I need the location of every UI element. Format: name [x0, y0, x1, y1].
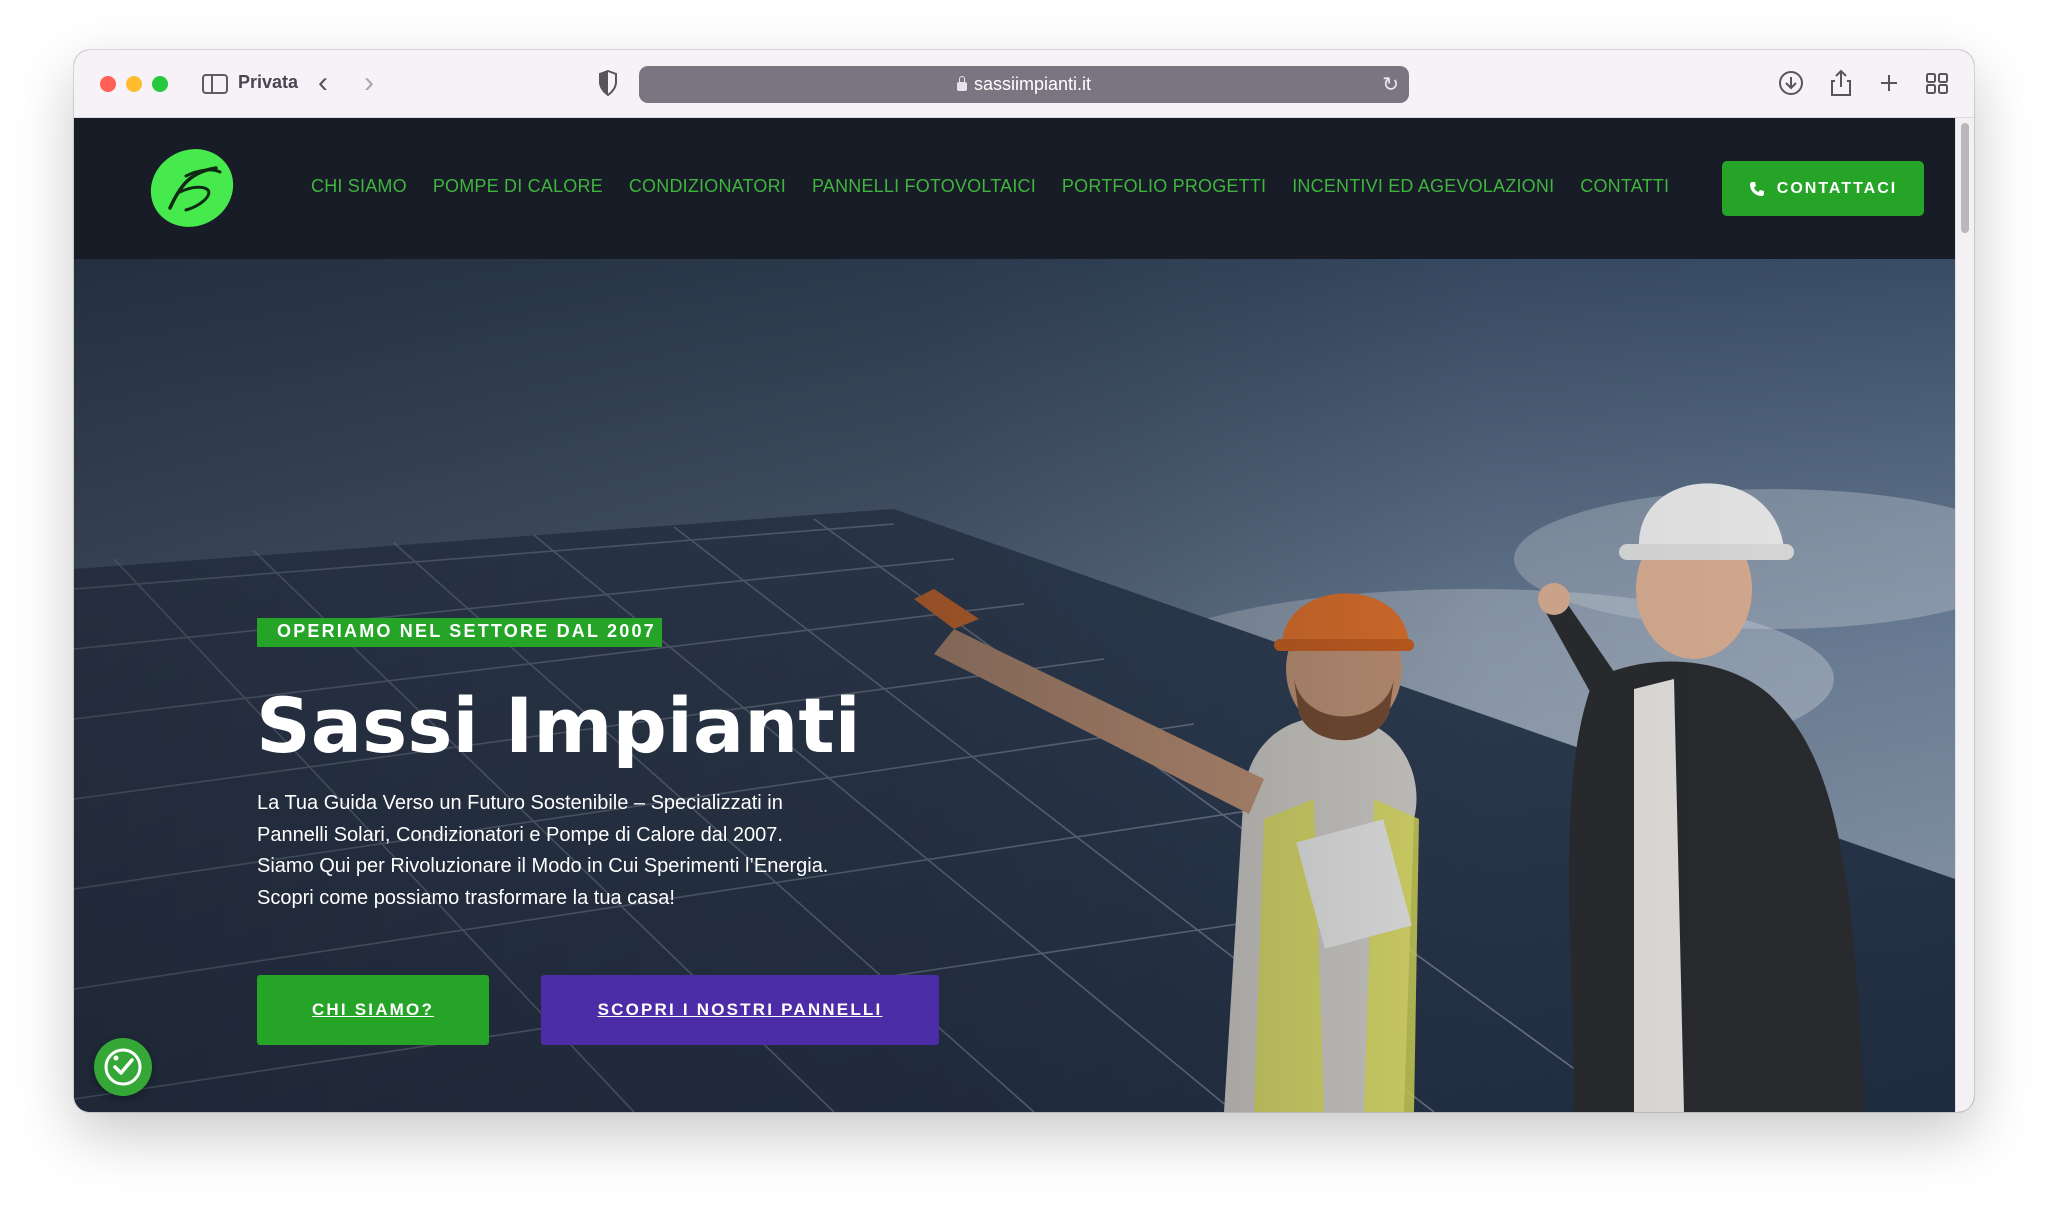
- zoom-window-button[interactable]: [152, 76, 168, 92]
- scrollbar-thumb[interactable]: [1961, 123, 1969, 233]
- nav-item-incentivi[interactable]: INCENTIVI ED AGEVOLAZIONI: [1292, 176, 1554, 197]
- download-icon[interactable]: [1776, 68, 1806, 98]
- new-tab-icon[interactable]: [1874, 68, 1904, 98]
- hero-description-line: La Tua Guida Verso un Futuro Sostenibile…: [257, 792, 783, 814]
- private-mode-label: Privata: [238, 72, 299, 92]
- share-icon[interactable]: [1826, 68, 1856, 98]
- phone-icon: [1749, 181, 1764, 196]
- hero-description-line: Pannelli Solari, Condizionatori e Pompe …: [257, 823, 783, 846]
- lock-icon: [956, 76, 967, 91]
- nav-item-chi-siamo[interactable]: CHI SIAMO: [311, 176, 407, 197]
- main-navigation: CHI SIAMO POMPE DI CALORE CONDIZIONATORI…: [311, 176, 1669, 197]
- browser-window: Privata ‹ › sassiimpianti.it ↻ CHI SIAMO…: [74, 50, 1974, 1112]
- sidebar-toggle-icon[interactable]: [202, 74, 228, 94]
- nav-item-portfolio-progetti[interactable]: PORTFOLIO PROGETTI: [1062, 176, 1266, 197]
- hero-section: OPERIAMO NEL SETTORE DAL 2007 Sassi Impi…: [74, 259, 1955, 1112]
- contattaci-label: CONTATTACI: [1776, 179, 1898, 197]
- privacy-shield-icon[interactable]: [598, 70, 618, 96]
- address-bar[interactable]: sassiimpianti.it ↻: [639, 66, 1409, 103]
- browser-toolbar: Privata ‹ › sassiimpianti.it ↻: [74, 50, 1974, 118]
- accessibility-button[interactable]: [94, 1038, 152, 1096]
- chi-siamo-button[interactable]: CHI SIAMO?: [257, 975, 489, 1045]
- nav-item-contatti[interactable]: CONTATTI: [1580, 176, 1669, 197]
- sassi-impianti-logo-icon[interactable]: [146, 146, 238, 230]
- accessibility-icon: [104, 1048, 142, 1086]
- reload-icon[interactable]: ↻: [1382, 72, 1399, 97]
- hero-description-line: Siamo Qui per Rivoluzionare il Modo in C…: [257, 855, 829, 877]
- minimize-window-button[interactable]: [126, 76, 142, 92]
- nav-item-pompe-di-calore[interactable]: POMPE DI CALORE: [433, 176, 603, 197]
- close-window-button[interactable]: [100, 76, 116, 92]
- scopri-pannelli-button[interactable]: SCOPRI I NOSTRI PANNELLI: [541, 975, 939, 1045]
- url-text: sassiimpianti.it: [973, 74, 1092, 94]
- page-scrollbar[interactable]: [1955, 118, 1974, 1112]
- hero-description: La Tua Guida Verso un Futuro Sostenibile…: [257, 788, 897, 914]
- nav-item-condizionatori[interactable]: CONDIZIONATORI: [629, 176, 786, 197]
- hero-description-line: Scopri come possiamo trasformare la tua …: [257, 886, 675, 909]
- nav-item-pannelli-fotovoltaici[interactable]: PANNELLI FOTOVOLTAICI: [812, 176, 1036, 197]
- hero-tagline: OPERIAMO NEL SETTORE DAL 2007: [257, 618, 662, 647]
- web-page: CHI SIAMO POMPE DI CALORE CONDIZIONATORI…: [74, 118, 1974, 1112]
- site-header: CHI SIAMO POMPE DI CALORE CONDIZIONATORI…: [74, 118, 1955, 259]
- tab-overview-icon[interactable]: [1922, 68, 1952, 98]
- hero-title: Sassi Impianti: [256, 681, 861, 770]
- forward-arrow-icon[interactable]: ›: [364, 68, 374, 98]
- contattaci-button[interactable]: CONTATTACI: [1722, 161, 1924, 216]
- back-arrow-icon[interactable]: ‹: [318, 68, 328, 98]
